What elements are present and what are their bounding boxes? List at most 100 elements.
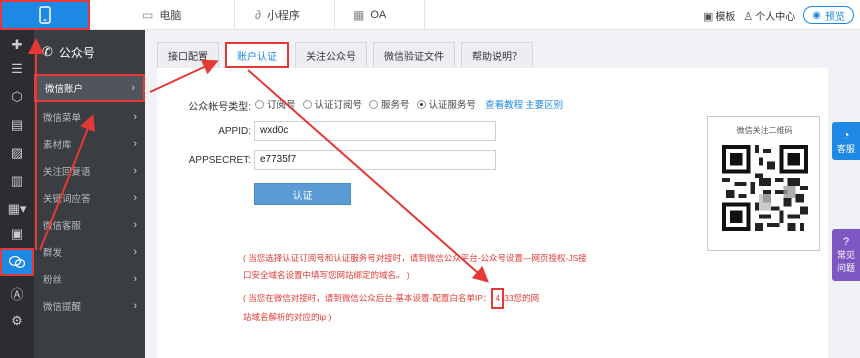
grid-dropdown-icon[interactable]: ▦▾	[0, 194, 34, 224]
tab-help[interactable]: 帮助说明？	[461, 42, 533, 68]
top-tab-pc[interactable]: ▭ 电脑	[90, 0, 235, 30]
radio-dot	[416, 99, 426, 109]
note-js-domain: ( 当您选择认证订阅号和认证服务号对接时，请到微信公众平台-公众号设置—网页授权…	[243, 250, 587, 284]
image-icon[interactable]: ▨	[0, 138, 34, 168]
faq-button[interactable]: ? 常见 问题	[832, 229, 860, 281]
subnav-item-label: 关键词应答	[43, 194, 91, 205]
chat-icon[interactable]: ▣	[0, 222, 34, 246]
subnav-item-label: 微信客服	[43, 221, 82, 232]
radio-verified-service[interactable]: 认证服务号	[416, 97, 477, 111]
note-line: ( 当您选择认证订阅号和认证服务号对接时，请到微信公众平台-公众号设置—网页授权…	[243, 253, 587, 263]
subnav-item-label: 群发	[43, 248, 63, 259]
subnav-item-keyword-reply[interactable]: 关键词应答 ›	[34, 184, 145, 212]
question-icon: ?	[842, 236, 850, 248]
subnav-item-label: 微信提醒	[43, 302, 82, 313]
tutorial-link[interactable]: 查看教程	[485, 97, 523, 111]
radio-dot	[369, 99, 379, 109]
tab-interface-config[interactable]: 接口配置	[157, 42, 219, 68]
chevron-right-icon: ›	[133, 192, 137, 204]
radio-subscription[interactable]: 订阅号	[255, 97, 296, 111]
radio-verified-subscription[interactable]: 认证订阅号	[302, 97, 363, 111]
chevron-right-icon: ›	[133, 300, 137, 312]
preview-button[interactable]: ◉ 预览	[803, 6, 854, 24]
customer-service-label: 客服	[836, 143, 855, 154]
top-tab-label: 小程序	[266, 10, 300, 22]
note-line: 站域名解析的对应的ip )	[243, 312, 332, 322]
box-icon[interactable]: ⬡	[0, 82, 34, 112]
faq-label-line1: 常见	[836, 250, 855, 260]
calendar-icon: ▦	[353, 8, 365, 22]
chevron-right-icon: ›	[133, 165, 137, 177]
appsecret-input[interactable]: e7735f7	[254, 150, 496, 170]
wechat-subnav: ✆ 公众号 微信账户 › 微信菜单 › 素材库 › 关注回复语 › 关键词应答 › 微信客…	[34, 30, 145, 358]
subnav-item-customer-service[interactable]: 微信客服 ›	[34, 211, 145, 239]
top-tab-label: 电脑	[159, 10, 182, 22]
tab-label: 关注公众号	[306, 52, 356, 63]
wechat-icon[interactable]	[0, 248, 34, 276]
chevron-right-icon: ›	[131, 82, 135, 94]
subnav-item-menu[interactable]: 微信菜单 ›	[34, 103, 145, 131]
note-line: ( 当您在微信对接时，请到微信公众后台-基本设置-配置白名单IP： 4 33您的网	[243, 288, 539, 309]
subnav-item-account[interactable]: 微信账户 ›	[34, 74, 145, 102]
subnav-item-follow-reply[interactable]: 关注回复语 ›	[34, 157, 145, 185]
template-label: 模板	[715, 11, 736, 23]
radio-dot	[302, 99, 312, 109]
customer-service-button[interactable]: ◔ 客服	[832, 122, 860, 160]
user-icon: ♙	[743, 10, 754, 23]
difference-link[interactable]: 主要区别	[525, 97, 563, 111]
radio-label: 认证订阅号	[314, 100, 363, 111]
whitelist-ip: 4	[491, 288, 505, 309]
phone-icon	[39, 6, 51, 24]
subnav-item-label: 粉丝	[43, 275, 63, 286]
chart-icon[interactable]: ▥	[0, 166, 34, 196]
compass-icon[interactable]: Ⓐ	[0, 278, 34, 308]
radio-label: 认证服务号	[428, 100, 477, 111]
mobile-site-button[interactable]	[0, 0, 90, 30]
subnav-item-fans[interactable]: 粉丝 ›	[34, 265, 145, 293]
subnav-header: ✆ 公众号	[34, 30, 145, 74]
subnav-item-broadcast[interactable]: 群发 ›	[34, 238, 145, 266]
radio-service[interactable]: 服务号	[369, 97, 410, 111]
tab-label: 微信验证文件	[384, 52, 444, 63]
eye-icon: ◉	[812, 9, 821, 21]
tab-account-verify[interactable]: 账户认证	[225, 42, 289, 68]
tab-label: 账户认证	[237, 51, 277, 63]
document-icon[interactable]: ▤	[0, 110, 34, 140]
link-icon: ∂	[255, 8, 261, 22]
subnav-item-materials[interactable]: 素材库 ›	[34, 130, 145, 158]
headset-icon: ◔	[842, 127, 850, 142]
top-tab-miniprogram[interactable]: ∂ 小程序	[235, 0, 335, 30]
subnav-item-label: 关注回复语	[43, 167, 91, 178]
template-link[interactable]: ▣ 模板	[703, 8, 735, 23]
top-bar: ▭ 电脑 ∂ 小程序 ▦ OA ▣ 模板 ♙ 个人中心 ◉ 预览	[0, 0, 860, 30]
tab-label: 接口配置	[168, 52, 208, 63]
subnav-item-reminder[interactable]: 微信提醒 ›	[34, 292, 145, 320]
radio-label: 订阅号	[267, 100, 296, 111]
chevron-right-icon: ›	[133, 273, 137, 285]
verify-button[interactable]: 认证	[254, 183, 351, 205]
gear-icon[interactable]: ⚙	[0, 306, 34, 336]
top-tab-oa[interactable]: ▦ OA	[335, 0, 425, 30]
subnav-item-label: 素材库	[43, 140, 72, 151]
chevron-right-icon: ›	[133, 246, 137, 258]
list-icon[interactable]: ☰	[0, 54, 34, 84]
qr-code-card: 微信关注二维码	[707, 116, 820, 251]
subnav-item-label: 微信菜单	[43, 113, 82, 124]
preview-label: 预览	[825, 11, 845, 23]
icon-rail: ✚ ☰ ⬡ ▤ ▨ ▥ ▦▾ ▣ Ⓐ ⚙	[0, 30, 34, 358]
qr-code-image	[722, 145, 808, 231]
chevron-right-icon: ›	[133, 138, 137, 150]
account-type-radios: 订阅号 认证订阅号 服务号 认证服务号 查看教程 主要区别	[255, 97, 563, 111]
chevron-right-icon: ›	[133, 219, 137, 231]
appid-label: APPID:	[218, 126, 251, 137]
user-center-link[interactable]: ♙ 个人中心	[743, 8, 795, 23]
top-actions: ▣ 模板 ♙ 个人中心 ◉ 预览	[703, 0, 854, 30]
radio-dot	[255, 99, 264, 109]
appid-input[interactable]: wxd0c	[254, 121, 496, 141]
tab-label: 帮助说明？	[472, 52, 522, 63]
tab-follow-account[interactable]: 关注公众号	[295, 42, 367, 68]
main-content: 接口配置 账户认证 关注公众号 微信验证文件 帮助说明？ 公众帐号类型: 订阅号…	[145, 30, 860, 358]
faq-label-line2: 问题	[836, 263, 855, 273]
account-type-label: 公众帐号类型:	[188, 102, 251, 113]
tab-verify-file[interactable]: 微信验证文件	[373, 42, 455, 68]
